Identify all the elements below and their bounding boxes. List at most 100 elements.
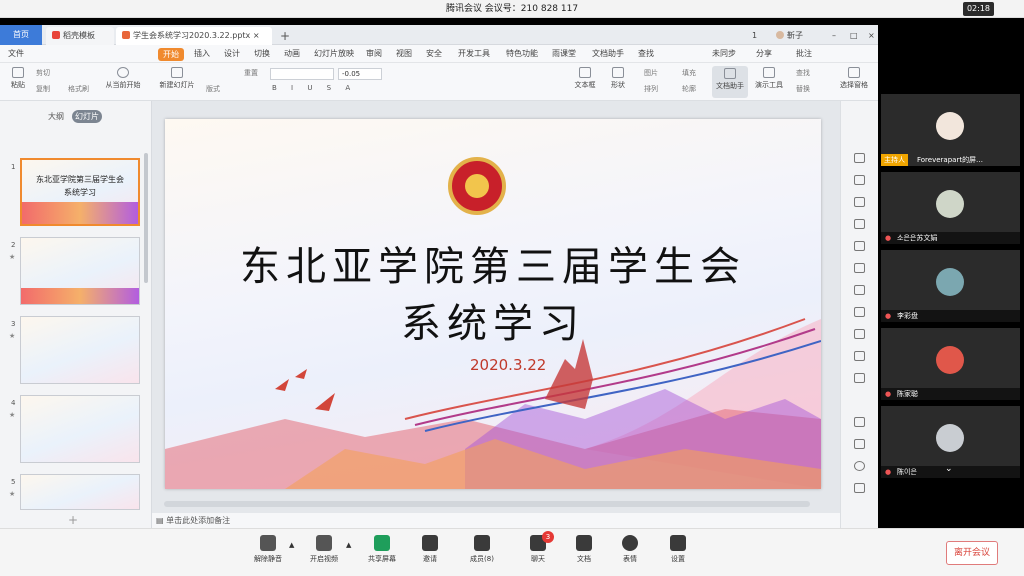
- slide-thumbnail-2[interactable]: [20, 237, 140, 305]
- comment-button[interactable]: 批注: [796, 45, 812, 63]
- caret-up-icon[interactable]: ▲: [346, 541, 351, 549]
- notes-area[interactable]: ▤ 单击此处添加备注: [152, 513, 840, 528]
- chevron-down-icon[interactable]: ⌄: [945, 464, 953, 474]
- copy-button[interactable]: 复制: [36, 84, 50, 94]
- slide-thumbnail-5[interactable]: [20, 474, 140, 510]
- participant-tile[interactable]: 陈이은 ● ⌄: [881, 406, 1020, 478]
- play-from-current-button[interactable]: 从当前开始: [100, 67, 146, 90]
- chat-button[interactable]: 3 聊天: [518, 531, 558, 564]
- tab-outline[interactable]: 大纲: [48, 111, 64, 122]
- slide-thumbnail-3[interactable]: [20, 316, 140, 384]
- participant-name: 陈家聪: [881, 388, 1020, 400]
- share-screen-button[interactable]: 共享屏幕: [362, 535, 402, 564]
- menu-developer[interactable]: 开发工具: [458, 45, 490, 63]
- font-style-buttons[interactable]: B I U S A: [272, 84, 356, 92]
- participant-tile[interactable]: 主持人 Foreverapart的屏…: [881, 94, 1020, 166]
- help-icon[interactable]: [854, 461, 865, 471]
- tab-slides[interactable]: 幻灯片: [72, 110, 102, 123]
- invite-button[interactable]: 邀请: [410, 535, 450, 564]
- settings-button[interactable]: 设置: [658, 535, 698, 564]
- menu-rain-classroom[interactable]: 雨课堂: [552, 45, 576, 63]
- tool-icon[interactable]: [854, 285, 865, 295]
- fill-button[interactable]: 填充: [682, 68, 696, 78]
- doc-helper-button[interactable]: 文档助手: [712, 66, 748, 98]
- arrange-button[interactable]: 排列: [644, 84, 658, 94]
- tool-icon[interactable]: [854, 483, 865, 493]
- reset-button[interactable]: 重置: [244, 68, 258, 78]
- selection-pane-label: 选择窗格: [840, 81, 868, 89]
- add-slide-button[interactable]: +: [68, 513, 78, 527]
- menu-slideshow[interactable]: 幻灯片放映: [314, 45, 354, 63]
- tool-icon[interactable]: [854, 373, 865, 383]
- shape-button[interactable]: 形状: [604, 67, 632, 90]
- selection-pane-button[interactable]: 选择窗格: [836, 67, 872, 90]
- slide-number: 2: [11, 241, 16, 249]
- textbox-label: 文本框: [574, 81, 596, 89]
- menu-file[interactable]: 文件: [8, 45, 24, 63]
- current-slide[interactable]: 东北亚学院第三届学生会 系统学习 2020.3.22: [165, 119, 821, 489]
- thumbnail-scrollbar[interactable]: [144, 153, 148, 283]
- find-button[interactable]: 查找: [796, 68, 810, 78]
- unmute-button[interactable]: 解除静音: [248, 535, 288, 564]
- participant-tile[interactable]: 陈家聪 ●: [881, 328, 1020, 400]
- tool-icon[interactable]: [854, 439, 865, 449]
- menu-design[interactable]: 设计: [224, 45, 240, 63]
- right-tool-strip: [840, 101, 878, 528]
- tab-template[interactable]: 稻壳模板: [46, 27, 114, 45]
- layout-button[interactable]: 版式: [206, 84, 220, 94]
- new-tab-button[interactable]: +: [274, 27, 296, 45]
- slide-thumbnail-1[interactable]: 东北亚学院第三届学生会 系统学习: [20, 158, 140, 226]
- participant-tile[interactable]: 소은은苏文娟 ●: [881, 172, 1020, 244]
- members-button[interactable]: 成员(8): [462, 535, 502, 564]
- menu-security[interactable]: 安全: [426, 45, 442, 63]
- tool-icon[interactable]: [854, 417, 865, 427]
- menu-doc-helper[interactable]: 文档助手: [592, 45, 624, 63]
- outline-button[interactable]: 轮廓: [682, 84, 696, 94]
- tab-document[interactable]: 学生会系统学习2020.3.22.pptx ×: [116, 27, 272, 45]
- menu-transition[interactable]: 切换: [254, 45, 270, 63]
- canvas-horizontal-scrollbar[interactable]: [164, 501, 810, 507]
- menu-view[interactable]: 视图: [396, 45, 412, 63]
- tool-icon[interactable]: [854, 153, 865, 163]
- replace-button[interactable]: 替换: [796, 84, 810, 94]
- new-slide-button[interactable]: 新建幻灯片: [156, 67, 198, 90]
- menu-start[interactable]: 开始: [158, 48, 184, 61]
- textbox-button[interactable]: 文本框: [570, 67, 600, 90]
- menu-animation[interactable]: 动画: [284, 45, 300, 63]
- paste-button[interactable]: 粘贴: [6, 67, 30, 90]
- tool-icon[interactable]: [854, 307, 865, 317]
- minimize-icon[interactable]: –: [826, 27, 842, 45]
- tool-icon[interactable]: [854, 329, 865, 339]
- tool-icon[interactable]: [854, 351, 865, 361]
- tool-icon[interactable]: [854, 263, 865, 273]
- font-size-select[interactable]: -0.05: [338, 68, 382, 80]
- tab-home[interactable]: 首页: [0, 25, 42, 45]
- format-painter-button[interactable]: 格式刷: [68, 84, 89, 94]
- caret-up-icon[interactable]: ▲: [289, 541, 294, 549]
- emoji-button[interactable]: 表情: [610, 535, 650, 564]
- animation-star-icon: ★: [9, 411, 16, 419]
- close-tab-icon[interactable]: ×: [253, 31, 260, 40]
- tool-icon[interactable]: [854, 241, 865, 251]
- participant-tile[interactable]: 李彩盘 ●: [881, 250, 1020, 322]
- menu-insert[interactable]: 插入: [194, 45, 210, 63]
- tool-icon[interactable]: [854, 175, 865, 185]
- user-account[interactable]: 靳子: [770, 27, 809, 45]
- font-name-select[interactable]: [270, 68, 334, 80]
- picture-button[interactable]: 图片: [644, 68, 658, 78]
- presentation-tools-button[interactable]: 演示工具: [752, 67, 786, 90]
- slide-thumbnail-4[interactable]: [20, 395, 140, 463]
- sync-status[interactable]: 未同步: [712, 45, 736, 63]
- start-video-button[interactable]: 开启视频: [304, 535, 344, 564]
- menu-find[interactable]: 查找: [638, 45, 654, 63]
- mic-muted-icon: ●: [885, 468, 892, 476]
- docs-button[interactable]: 文档: [564, 535, 604, 564]
- leave-meeting-button[interactable]: 离开会议: [946, 541, 998, 565]
- cut-button[interactable]: 剪切: [36, 68, 50, 78]
- menu-features[interactable]: 特色功能: [506, 45, 538, 63]
- tool-icon[interactable]: [854, 219, 865, 229]
- maximize-icon[interactable]: □: [844, 27, 864, 45]
- share-button[interactable]: 分享: [756, 45, 772, 63]
- tool-icon[interactable]: [854, 197, 865, 207]
- menu-review[interactable]: 审阅: [366, 45, 382, 63]
